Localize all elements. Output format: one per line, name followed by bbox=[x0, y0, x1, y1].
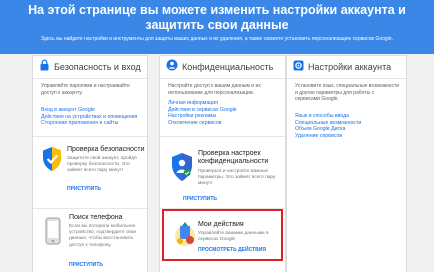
privacy-checkup-title-line-1: Проверка настроек bbox=[198, 150, 261, 157]
page-title: На этой странице вы можете изменить наст… bbox=[20, 3, 414, 33]
lock-icon bbox=[39, 58, 50, 76]
privacy-checkup-start-button[interactable]: ПРИСТУПИТЬ bbox=[183, 196, 217, 202]
link-ad-settings[interactable]: Настройки рекламы bbox=[168, 113, 281, 120]
privacy-checkup-section: Проверка настроек конфиденциальности Про… bbox=[160, 146, 285, 208]
security-checkup-start-button[interactable]: ПРИСТУПИТЬ bbox=[67, 186, 101, 192]
page-title-line-2: защитить свои данные bbox=[145, 18, 289, 32]
find-phone-start-button[interactable]: ПРИСТУПИТЬ bbox=[69, 262, 103, 268]
security-card-header[interactable]: Безопасность и вход bbox=[33, 56, 147, 78]
person-icon bbox=[166, 58, 178, 76]
page-intro: Здесь вы найдете настройки и инструменты… bbox=[40, 36, 393, 42]
account-settings-card: Настройки аккаунта Установите язык, спец… bbox=[286, 55, 407, 272]
security-description: Управляйте паролями и настраивайте досту… bbox=[41, 83, 130, 96]
shield-check-icon bbox=[41, 146, 63, 177]
find-phone-title: Поиск телефона bbox=[69, 214, 123, 221]
gear-icon bbox=[293, 58, 304, 76]
page-title-line-1: На этой странице вы можете изменить наст… bbox=[28, 3, 406, 17]
privacy-card-title: Конфиденциальность bbox=[182, 62, 274, 72]
hero-banner: На этой странице вы можете изменить наст… bbox=[0, 0, 434, 54]
phone-icon bbox=[45, 217, 61, 250]
divider bbox=[287, 78, 406, 79]
link-accessibility[interactable]: Специальные возможности bbox=[295, 120, 402, 127]
link-google-sign-in[interactable]: Вход в аккаунт Google bbox=[41, 107, 143, 114]
privacy-description: Настройте доступ к вашим данным и их исп… bbox=[168, 83, 261, 96]
link-delete-services[interactable]: Удаление сервисов bbox=[295, 133, 402, 140]
divider bbox=[160, 136, 285, 137]
security-links: Вход в аккаунт Google Действия на устрой… bbox=[41, 107, 143, 127]
security-checkup-title: Проверка безопасности bbox=[67, 146, 145, 153]
link-drive-storage[interactable]: Объем Google Диска bbox=[295, 126, 402, 133]
link-personal-info[interactable]: Личная информация bbox=[168, 100, 281, 107]
privacy-shield-icon bbox=[170, 152, 194, 187]
divider bbox=[160, 78, 285, 79]
link-disable-services[interactable]: Отключение сервисов bbox=[168, 120, 281, 127]
account-settings-links: Язык и способы ввода Специальные возможн… bbox=[295, 113, 402, 139]
security-card-title: Безопасность и вход bbox=[54, 62, 141, 72]
divider bbox=[33, 136, 147, 137]
account-settings-card-header[interactable]: Настройки аккаунта bbox=[287, 56, 406, 78]
highlight-frame bbox=[162, 209, 283, 261]
find-phone-description: Если вы потеряли мобильное устройство, п… bbox=[69, 224, 137, 248]
privacy-links: Личная информация Действия в сервисах Go… bbox=[168, 100, 281, 126]
security-card: Безопасность и вход Управляйте паролями … bbox=[32, 55, 148, 272]
link-third-party-apps[interactable]: Сторонние приложения и сайты bbox=[41, 120, 143, 127]
privacy-checkup-description: Проверьте и настройте важные параметры. … bbox=[198, 169, 276, 187]
account-settings-description: Установите язык, специальные возможности… bbox=[295, 83, 400, 103]
privacy-checkup-title-line-2: конфиденциальности bbox=[198, 158, 269, 165]
account-settings-card-title: Настройки аккаунта bbox=[308, 62, 392, 72]
security-checkup-section: Проверка безопасности Защитите свой акка… bbox=[33, 140, 147, 196]
security-checkup-description: Защитите свой аккаунт, пройдя проверку б… bbox=[67, 156, 137, 174]
find-phone-section: Поиск телефона Если вы потеряли мобильно… bbox=[33, 209, 147, 269]
link-language-input[interactable]: Язык и способы ввода bbox=[295, 113, 402, 120]
privacy-card-header[interactable]: Конфиденциальность bbox=[160, 56, 285, 78]
divider bbox=[33, 78, 147, 79]
